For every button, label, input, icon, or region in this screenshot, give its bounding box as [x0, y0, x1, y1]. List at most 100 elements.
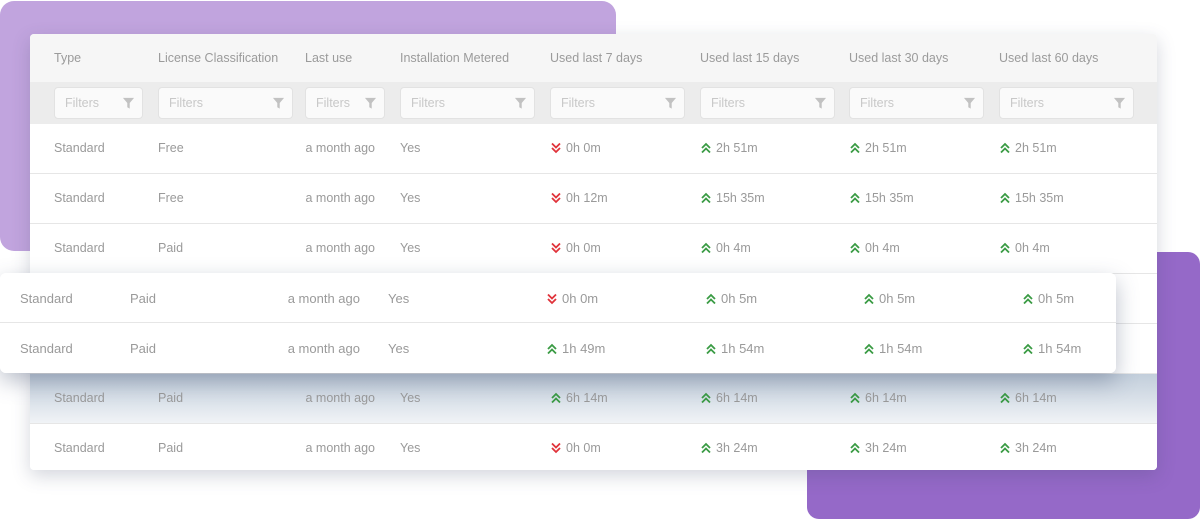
cell-d60: 0h 4m	[999, 241, 1050, 255]
funnel-icon[interactable]	[514, 97, 527, 110]
funnel-icon[interactable]	[364, 97, 377, 110]
cell-d60: 3h 24m	[999, 441, 1057, 455]
filter-placeholder: Filters	[316, 96, 351, 110]
usage-value: 1h 54m	[721, 341, 765, 356]
usage-value: 6h 14m	[865, 391, 907, 405]
funnel-icon[interactable]	[963, 97, 976, 110]
usage-value: 0h 0m	[566, 441, 601, 455]
cell-license: Paid	[158, 241, 184, 255]
column-header-used-30-days[interactable]: Used last 30 days	[849, 51, 948, 65]
table-row[interactable]: Standard Free a month ago Yes 0h 0m 2h 51m 2h …	[30, 124, 1157, 174]
trend-up-icon	[999, 142, 1011, 154]
funnel-icon[interactable]	[664, 97, 677, 110]
column-header-last-use[interactable]: Last use	[305, 51, 352, 65]
cell-metered: Yes	[388, 291, 410, 306]
usage-value: 15h 35m	[1015, 191, 1064, 205]
usage-value: 1h 49m	[562, 341, 606, 356]
usage-value: 2h 51m	[716, 141, 758, 155]
cell-metered: Yes	[400, 241, 421, 255]
cell-metered: Yes	[400, 441, 421, 455]
cell-type: Standard	[54, 141, 105, 155]
trend-up-icon	[863, 343, 875, 355]
cell-type: Standard	[20, 291, 73, 306]
trend-up-icon	[705, 293, 717, 305]
usage-value: 0h 5m	[879, 291, 916, 306]
trend-down-icon	[550, 442, 562, 454]
trend-up-icon	[849, 242, 861, 254]
cell-metered: Yes	[400, 141, 421, 155]
column-header-installation-metered[interactable]: Installation Metered	[400, 51, 509, 65]
table-row[interactable]: Standard Paid a month ago Yes 0h 0m 3h 24m 3h …	[30, 424, 1157, 470]
filter-placeholder: Filters	[561, 96, 596, 110]
usage-value: 1h 54m	[879, 341, 923, 356]
cell-d15: 6h 14m	[700, 391, 758, 405]
filter-input-metered[interactable]: Filters	[400, 87, 535, 119]
usage-value: 15h 35m	[716, 191, 765, 205]
usage-value: 3h 24m	[716, 441, 758, 455]
column-header-used-60-days[interactable]: Used last 60 days	[999, 51, 1098, 65]
trend-down-icon	[550, 142, 562, 154]
usage-value: 0h 12m	[566, 191, 608, 205]
table-row[interactable]: Standard Paid a month ago Yes 0h 0m 0h 4m 0h 4…	[30, 224, 1157, 274]
column-header-used-7-days[interactable]: Used last 7 days	[550, 51, 642, 65]
trend-up-icon	[550, 392, 562, 404]
usage-value: 3h 24m	[865, 441, 907, 455]
filter-placeholder: Filters	[711, 96, 746, 110]
cell-d15: 0h 5m	[705, 291, 757, 306]
usage-value: 0h 0m	[566, 241, 601, 255]
filter-input-d30[interactable]: Filters	[849, 87, 984, 119]
cell-type: Standard	[54, 241, 105, 255]
column-header-used-15-days[interactable]: Used last 15 days	[700, 51, 799, 65]
trend-up-icon	[1022, 343, 1034, 355]
usage-value: 0h 5m	[721, 291, 758, 306]
trend-down-icon	[550, 242, 562, 254]
trend-up-icon	[999, 442, 1011, 454]
cell-license: Free	[158, 141, 184, 155]
cell-type: Standard	[54, 391, 105, 405]
filter-placeholder: Filters	[1010, 96, 1045, 110]
cell-d7: 6h 14m	[550, 391, 608, 405]
funnel-icon[interactable]	[122, 97, 135, 110]
cell-type: Standard	[20, 341, 73, 356]
filter-placeholder: Filters	[169, 96, 204, 110]
table-row[interactable]: Standard Free a month ago Yes 0h 12m 15h 35m 1…	[30, 174, 1157, 224]
filter-input-d15[interactable]: Filters	[700, 87, 835, 119]
trend-up-icon	[700, 392, 712, 404]
license-usage-table: Type License Classification Last use Ins…	[30, 34, 1157, 470]
cell-metered: Yes	[400, 391, 421, 405]
trend-up-icon	[700, 242, 712, 254]
filter-input-d7[interactable]: Filters	[550, 87, 685, 119]
filter-input-last_use[interactable]: Filters	[305, 87, 385, 119]
cell-last_use: a month ago	[305, 441, 376, 455]
trend-up-icon	[700, 192, 712, 204]
cell-d7: 0h 0m	[546, 291, 598, 306]
usage-value: 6h 14m	[566, 391, 608, 405]
funnel-icon[interactable]	[1113, 97, 1126, 110]
table-row[interactable]: Standard Paid a month ago Yes 0h 0m 0h 5m 0h 5…	[0, 273, 1116, 323]
table-header-row: Type License Classification Last use Ins…	[30, 34, 1157, 82]
usage-value: 0h 4m	[1015, 241, 1050, 255]
funnel-icon[interactable]	[814, 97, 827, 110]
filter-input-d60[interactable]: Filters	[999, 87, 1134, 119]
usage-value: 0h 0m	[566, 141, 601, 155]
filter-input-license[interactable]: Filters	[158, 87, 293, 119]
usage-value: 6h 14m	[716, 391, 758, 405]
table-row[interactable]: Standard Paid a month ago Yes 6h 14m 6h 14m 6h…	[30, 374, 1157, 424]
trend-up-icon	[700, 142, 712, 154]
cell-d15: 2h 51m	[700, 141, 758, 155]
usage-value: 0h 4m	[865, 241, 900, 255]
cell-last_use: a month ago	[287, 291, 360, 306]
trend-up-icon	[546, 343, 558, 355]
filter-placeholder: Filters	[65, 96, 100, 110]
column-header-type[interactable]: Type	[54, 51, 81, 65]
cell-last_use: a month ago	[305, 141, 376, 155]
cell-d30: 15h 35m	[849, 191, 914, 205]
column-header-license-classification[interactable]: License Classification	[158, 51, 278, 65]
trend-up-icon	[849, 392, 861, 404]
filter-placeholder: Filters	[411, 96, 446, 110]
filter-input-type[interactable]: Filters	[54, 87, 143, 119]
table-row[interactable]: Standard Paid a month ago Yes 1h 49m 1h 54m 1h…	[0, 323, 1116, 373]
cell-d15: 3h 24m	[700, 441, 758, 455]
funnel-icon[interactable]	[272, 97, 285, 110]
cell-last_use: a month ago	[305, 391, 376, 405]
